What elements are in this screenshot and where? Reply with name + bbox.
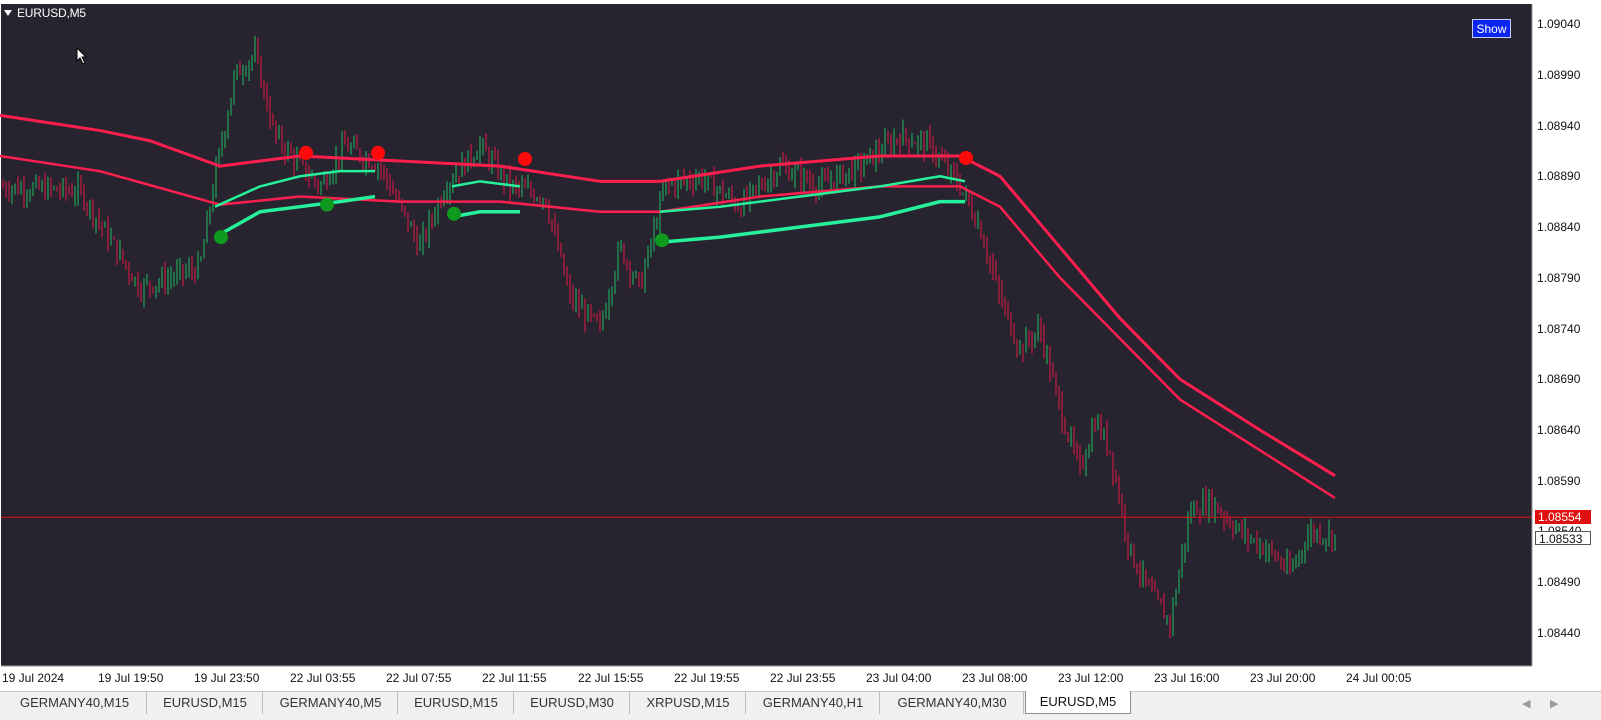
show-button[interactable]: Show [1472, 19, 1511, 38]
price-axis-label: 1.08440 [1537, 626, 1581, 640]
time-axis-label: 23 Jul 20:00 [1250, 671, 1316, 685]
buy-signal-dot [320, 197, 334, 212]
price-axis-label: 1.08740 [1537, 321, 1581, 336]
sell-signal-dot [299, 145, 313, 160]
chart-tab[interactable]: GERMANY40,M15 [3, 692, 147, 714]
time-axis-label: 24 Jul 00:05 [1346, 671, 1412, 685]
time-axis-label: 22 Jul 03:55 [290, 671, 356, 685]
symbol-label: EURUSD,M5 [17, 6, 86, 20]
price-axis-label: 1.08840 [1537, 220, 1581, 234]
price-chart[interactable] [0, 0, 1601, 691]
chart-tab[interactable]: XRPUSD,M15 [631, 692, 746, 714]
chart-tab[interactable]: GERMANY40,M30 [881, 692, 1024, 714]
last-price-tag: 1.08533 [1535, 531, 1591, 546]
chart-tab[interactable]: EURUSD,M15 [148, 692, 263, 714]
tab-scroll-left-icon[interactable]: ◀ [1522, 697, 1530, 710]
chart-tab[interactable]: GERMANY40,M5 [264, 692, 398, 714]
sell-signal-dot [371, 145, 385, 160]
time-axis-label: 22 Jul 19:55 [674, 671, 740, 685]
price-axis-label: 1.08990 [1537, 67, 1581, 82]
chart-tab-bar: GERMANY40,M15 EURUSD,M15 GERMANY40,M5 EURUS… [0, 691, 1601, 720]
price-axis-label: 1.08690 [1537, 372, 1581, 387]
price-axis-label: 1.09040 [1537, 17, 1581, 31]
chart-symbol-title[interactable]: EURUSD,M5 [4, 6, 86, 20]
buy-signal-dot [655, 233, 669, 248]
time-axis-label: 22 Jul 23:55 [770, 671, 836, 685]
buy-signal-dot [214, 230, 228, 245]
buy-signal-dot [447, 206, 461, 221]
price-axis-label: 1.08940 [1537, 118, 1581, 133]
time-axis-label: 19 Jul 2024 [2, 671, 65, 685]
time-axis-label: 23 Jul 12:00 [1058, 671, 1124, 685]
price-axis-label: 1.08640 [1537, 423, 1581, 437]
dropdown-triangle-icon[interactable] [4, 10, 12, 16]
time-axis-label: 23 Jul 04:00 [866, 671, 932, 685]
time-axis-label: 19 Jul 19:50 [98, 671, 164, 685]
bid-price-tag: 1.08554 [1535, 510, 1591, 525]
chart-tab[interactable]: EURUSD,M15 [399, 692, 514, 714]
time-axis-label: 22 Jul 07:55 [386, 671, 452, 685]
chart-tab[interactable]: EURUSD,M5 [1025, 691, 1131, 714]
price-axis-label: 1.08790 [1537, 270, 1581, 285]
time-axis-label: 19 Jul 23:50 [194, 671, 260, 685]
tab-scroll-right-icon[interactable]: ▶ [1550, 697, 1558, 710]
chart-tab[interactable]: GERMANY40,H1 [747, 692, 880, 714]
price-axis-label: 1.08590 [1537, 473, 1581, 488]
price-axis-label: 1.08890 [1537, 169, 1581, 184]
time-axis-label: 22 Jul 15:55 [578, 671, 644, 685]
chart-window[interactable]: EURUSD,M5 Show 1.09040 1.08990 1.08940 1.08… [0, 0, 1601, 719]
sell-signal-dot [518, 151, 532, 166]
time-axis-label: 22 Jul 11:55 [482, 671, 547, 685]
sell-signal-dot [959, 150, 973, 165]
time-axis-label: 23 Jul 16:00 [1154, 671, 1220, 685]
time-axis-label: 23 Jul 08:00 [962, 671, 1028, 685]
mouse-cursor-icon [76, 47, 88, 65]
chart-tab[interactable]: EURUSD,M30 [515, 692, 630, 714]
price-axis-label: 1.08490 [1537, 575, 1581, 590]
